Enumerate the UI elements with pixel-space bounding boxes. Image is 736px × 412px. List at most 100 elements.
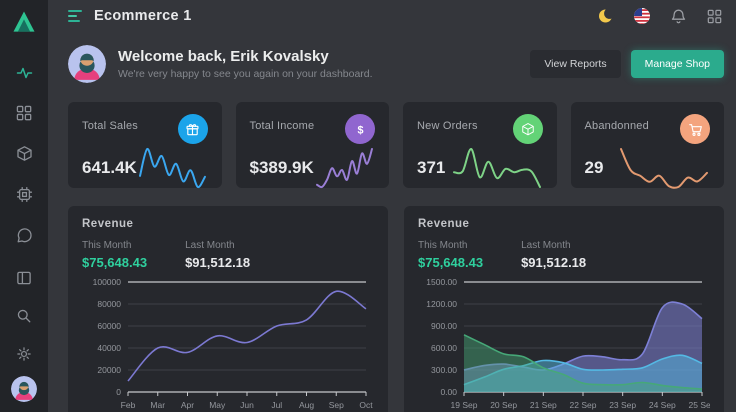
sidebar-item-chat[interactable]	[7, 221, 41, 250]
layout-panel-icon	[16, 270, 32, 286]
svg-text:Jun: Jun	[240, 400, 254, 410]
package-cube-icon	[16, 145, 33, 162]
svg-text:0: 0	[116, 387, 121, 397]
welcome-banner: Welcome back, Erik Kovalsky We're very h…	[68, 42, 724, 86]
user-avatar	[68, 45, 106, 83]
view-reports-button[interactable]: View Reports	[530, 50, 620, 78]
sidebar-item-dashboard[interactable]	[7, 99, 41, 128]
welcome-subtitle: We're very happy to see you again on you…	[118, 68, 373, 80]
stat-label: Total Sales	[82, 120, 138, 132]
package-icon	[521, 122, 535, 136]
sidebar	[0, 0, 48, 412]
revenue-summary: This Month $75,648.43 Last Month $91,512…	[82, 240, 374, 270]
svg-text:100000: 100000	[93, 277, 122, 287]
sidebar-item-pages[interactable]	[7, 262, 41, 294]
cart-icon	[688, 122, 703, 137]
stat-cards-row: Total Sales 641.4K Total Income	[68, 102, 724, 188]
user-avatar-image	[11, 376, 37, 402]
user-avatar-image	[68, 45, 106, 83]
chat-bubble-icon	[16, 227, 33, 244]
last-month-label: Last Month	[185, 240, 250, 251]
notifications-button[interactable]	[668, 6, 688, 26]
activity-pulse-icon	[16, 64, 33, 81]
total-sales-sparkline	[137, 146, 208, 190]
us-flag-icon	[633, 7, 651, 25]
this-month-label: This Month	[82, 240, 147, 251]
svg-text:300.00: 300.00	[431, 365, 457, 375]
sidebar-user-avatar[interactable]	[11, 376, 37, 402]
new-orders-sparkline	[451, 146, 543, 190]
svg-text:Mar: Mar	[150, 400, 165, 410]
menu-toggle-button[interactable]	[68, 9, 84, 23]
apps-grid-icon	[707, 9, 722, 24]
dollar-icon: $	[353, 122, 368, 137]
revenue-line-chart: 020000400006000080000100000FebMarAprMayJ…	[82, 276, 374, 412]
abandonned-sparkline	[618, 146, 710, 190]
stat-card-total-sales: Total Sales 641.4K	[68, 102, 222, 188]
stat-value: 29	[585, 158, 604, 178]
svg-text:Sep: Sep	[329, 400, 344, 410]
topbar-actions	[596, 6, 724, 26]
svg-text:20 Sep: 20 Sep	[490, 400, 517, 410]
last-month-label: Last Month	[521, 240, 586, 251]
svg-text:0.00: 0.00	[440, 387, 457, 397]
sidebar-item-products[interactable]	[7, 140, 41, 169]
stat-label: Abandonned	[585, 120, 649, 132]
stat-card-new-orders: New Orders 371	[403, 102, 557, 188]
gift-icon	[185, 122, 200, 137]
sidebar-item-activity[interactable]	[7, 58, 41, 87]
stat-value: $389.9K	[250, 158, 314, 178]
svg-text:May: May	[209, 400, 226, 410]
svg-text:Aug: Aug	[299, 400, 314, 410]
apps-menu-button[interactable]	[704, 6, 724, 26]
this-month-label: This Month	[418, 240, 483, 251]
this-month-value: $75,648.43	[418, 255, 483, 270]
stat-label: Total Income	[250, 120, 315, 132]
revenue-panel-daily: Revenue This Month $75,648.43 Last Month…	[404, 206, 724, 412]
revenue-panels-row: Revenue This Month $75,648.43 Last Month…	[68, 206, 724, 412]
stat-value: 641.4K	[82, 158, 137, 178]
svg-text:25 Sep: 25 Sep	[689, 400, 710, 410]
this-month-value: $75,648.43	[82, 255, 147, 270]
sidebar-item-settings[interactable]	[7, 338, 41, 370]
svg-text:900.00: 900.00	[431, 321, 457, 331]
stat-icon-badge	[680, 114, 710, 144]
stat-icon-badge	[513, 114, 543, 144]
stat-label: New Orders	[417, 120, 478, 132]
svg-text:$: $	[357, 124, 363, 136]
svg-text:21 Sep: 21 Sep	[530, 400, 557, 410]
panel-title: Revenue	[82, 218, 374, 230]
stat-value: 371	[417, 158, 445, 178]
moon-icon	[597, 7, 615, 25]
svg-text:60000: 60000	[97, 321, 121, 331]
sidebar-item-system[interactable]	[7, 180, 41, 209]
stat-icon-badge: $	[345, 114, 375, 144]
sidebar-item-search[interactable]	[7, 300, 41, 332]
app-logo[interactable]	[9, 8, 39, 36]
topbar: Ecommerce 1	[68, 0, 724, 32]
theme-toggle-button[interactable]	[596, 6, 616, 26]
total-income-sparkline	[314, 146, 375, 190]
stat-icon-badge	[178, 114, 208, 144]
svg-text:22 Sep: 22 Sep	[570, 400, 597, 410]
cpu-chip-icon	[16, 186, 33, 203]
manage-shop-button[interactable]: Manage Shop	[631, 50, 724, 78]
language-selector[interactable]	[632, 6, 652, 26]
svg-text:1200.00: 1200.00	[426, 299, 457, 309]
hamburger-menu-icon	[68, 9, 84, 23]
last-month-value: $91,512.18	[521, 255, 586, 270]
search-icon	[16, 308, 32, 324]
svg-text:19 Sep: 19 Sep	[451, 400, 478, 410]
stat-card-total-income: Total Income $ $389.9K	[236, 102, 390, 188]
svg-text:23 Sep: 23 Sep	[609, 400, 636, 410]
revenue-panel-monthly: Revenue This Month $75,648.43 Last Month…	[68, 206, 388, 412]
svg-text:Jul: Jul	[271, 400, 282, 410]
bell-icon	[670, 8, 687, 25]
svg-text:600.00: 600.00	[431, 343, 457, 353]
svg-text:40000: 40000	[97, 343, 121, 353]
revenue-area-chart: 0.00300.00600.00900.001200.001500.0019 S…	[418, 276, 710, 412]
svg-text:80000: 80000	[97, 299, 121, 309]
page-title: Ecommerce 1	[94, 8, 192, 24]
stat-card-abandonned: Abandonned 29	[571, 102, 725, 188]
triangle-logo-icon	[10, 8, 38, 36]
